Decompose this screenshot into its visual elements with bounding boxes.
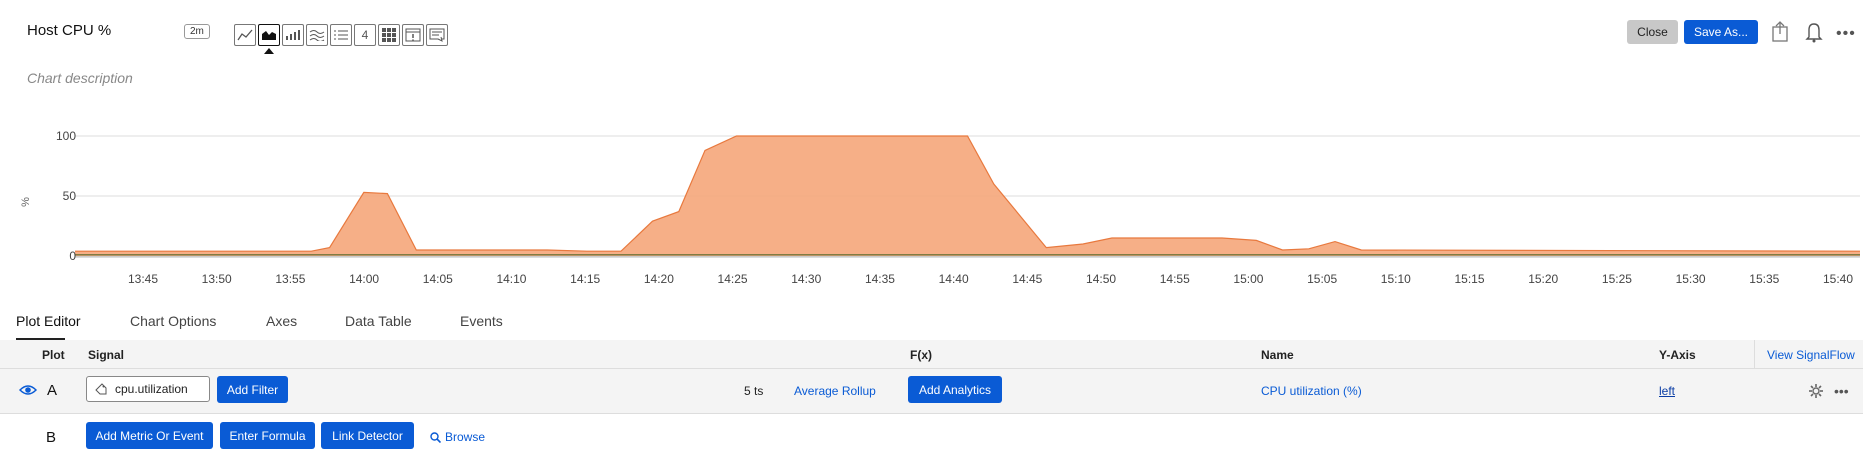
x-tick-label: 14:30 [791, 272, 822, 286]
plot-letter: B [46, 429, 57, 446]
x-tick-label: 14:15 [570, 272, 601, 286]
x-tick-label: 14:40 [938, 272, 969, 286]
add-analytics-button[interactable]: Add Analytics [908, 376, 1002, 403]
y-tick-label: 0 [69, 249, 76, 263]
cpu-area-chart [75, 135, 1861, 258]
save-as-button[interactable]: Save As... [1684, 20, 1758, 44]
x-tick-label: 15:05 [1307, 272, 1338, 286]
x-tick-label: 15:15 [1454, 272, 1485, 286]
link-detector-button[interactable]: Link Detector [321, 422, 414, 449]
col-plot: Plot [42, 348, 65, 362]
histogram-icon[interactable] [306, 24, 328, 46]
editor-tabs: Plot Editor Chart Options Axes Data Tabl… [0, 300, 1863, 341]
single-value-glyph: 4 [361, 28, 369, 42]
x-tick-label: 14:50 [1086, 272, 1117, 286]
browse-link[interactable]: Browse [430, 430, 485, 444]
x-tick-label: 13:50 [201, 272, 232, 286]
x-tick-label: 15:35 [1749, 272, 1780, 286]
x-tick-label: 14:00 [349, 272, 380, 286]
tab-plot-editor[interactable]: Plot Editor [16, 313, 81, 329]
x-tick-label: 14:45 [1012, 272, 1043, 286]
x-tick-label: 15:00 [1233, 272, 1264, 286]
y-tick-label: 50 [62, 189, 76, 203]
x-tick-label: 14:05 [422, 272, 453, 286]
rollup-link[interactable]: Average Rollup [794, 384, 876, 398]
column-chart-icon[interactable] [282, 24, 304, 46]
x-tick-label: 13:55 [275, 272, 306, 286]
col-signal: Signal [88, 348, 125, 362]
col-yaxis: Y-Axis [1659, 348, 1696, 362]
close-button[interactable]: Close [1627, 20, 1678, 44]
header-divider [1754, 340, 1755, 368]
browse-label: Browse [445, 430, 486, 444]
enter-formula-button[interactable]: Enter Formula [220, 422, 315, 449]
row-more-icon[interactable]: ••• [1834, 383, 1849, 399]
col-fx: F(x) [910, 348, 932, 362]
text-note-icon[interactable] [426, 24, 448, 46]
col-name: Name [1261, 348, 1294, 362]
event-feed-icon[interactable] [402, 24, 424, 46]
tab-axes[interactable]: Axes [266, 313, 297, 329]
chart-title[interactable]: Host CPU % [27, 22, 111, 39]
share-icon[interactable] [1771, 20, 1789, 42]
add-metric-button[interactable]: Add Metric Or Event [86, 422, 213, 449]
resolution-badge: 2m [184, 24, 210, 39]
tab-data-table[interactable]: Data Table [345, 313, 412, 329]
area-chart-icon[interactable] [258, 24, 280, 46]
y-tick-label: 100 [55, 129, 76, 143]
chart-description[interactable]: Chart description [27, 70, 133, 86]
signal-input[interactable]: cpu.utilization [86, 376, 210, 402]
x-tick-label: 13:45 [127, 272, 159, 286]
x-tick-label: 14:10 [496, 272, 527, 286]
x-tick-label: 15:10 [1380, 272, 1411, 286]
search-icon [430, 431, 441, 443]
x-tick-label: 15:40 [1822, 272, 1854, 286]
signal-name: cpu.utilization [115, 382, 188, 396]
tab-events[interactable]: Events [460, 313, 503, 329]
x-tick-label: 14:25 [717, 272, 748, 286]
yaxis-link[interactable]: left [1659, 384, 1675, 398]
x-tick-label: 15:30 [1675, 272, 1706, 286]
bell-icon[interactable] [1805, 21, 1823, 43]
gear-icon[interactable] [1808, 383, 1824, 399]
add-filter-button[interactable]: Add Filter [217, 376, 288, 403]
tab-chart-options[interactable]: Chart Options [130, 313, 216, 329]
x-tick-label: 14:55 [1159, 272, 1190, 286]
x-tick-label: 15:20 [1528, 272, 1559, 286]
tag-icon [95, 383, 107, 395]
plot-name-link[interactable]: CPU utilization (%) [1261, 384, 1362, 398]
y-axis-label: % [19, 197, 32, 207]
x-tick-label: 14:35 [864, 272, 895, 286]
plot-letter: A [47, 382, 58, 399]
heatmap-icon[interactable] [378, 24, 400, 46]
selected-type-caret [264, 48, 274, 54]
line-chart-icon[interactable] [234, 24, 256, 46]
more-options-icon[interactable]: ••• [1836, 25, 1856, 43]
list-icon[interactable] [330, 24, 352, 46]
x-tick-label: 14:20 [643, 272, 674, 286]
chart-type-selector: 4 [234, 24, 448, 46]
x-tick-label: 15:25 [1601, 272, 1632, 286]
eye-icon[interactable] [19, 384, 37, 396]
plot-table-header: Plot Signal F(x) Name Y-Axis View Signal… [0, 340, 1863, 369]
single-value-icon[interactable]: 4 [354, 24, 376, 46]
view-signalflow-link[interactable]: View SignalFlow [1767, 348, 1855, 362]
ts-count: 5 ts [744, 384, 764, 398]
